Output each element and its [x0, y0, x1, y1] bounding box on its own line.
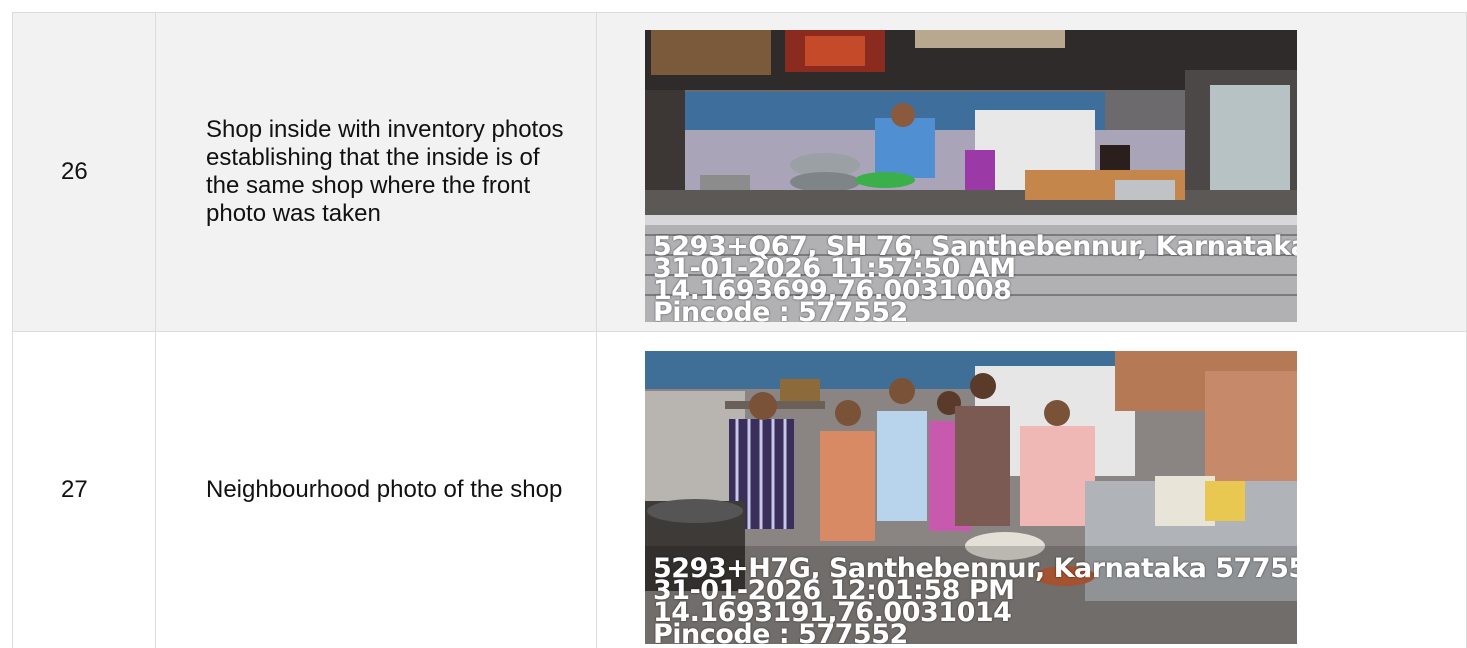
geotag-stamp: 5293+Q67, SH 76, Santhebennur, Karnataka… — [653, 233, 1297, 322]
photo-cell: 5293+Q67, SH 76, Santhebennur, Karnataka… — [597, 13, 1467, 331]
neighbourhood-photo: 5293+H7G, Santhebennur, Karnataka 577552… — [645, 351, 1297, 644]
photo-cell: 5293+H7G, Santhebennur, Karnataka 577552… — [597, 332, 1467, 648]
row-description: Shop inside with inventory photos establ… — [156, 13, 597, 331]
table-row: 26 Shop inside with inventory photos est… — [12, 13, 1467, 332]
table-row: 27 Neighbourhood photo of the shop 5293+… — [12, 332, 1467, 648]
row-number: 27 — [12, 332, 156, 648]
shop-inside-photo: 5293+Q67, SH 76, Santhebennur, Karnataka… — [645, 30, 1297, 322]
row-description: Neighbourhood photo of the shop — [156, 332, 597, 648]
inspection-table: 26 Shop inside with inventory photos est… — [12, 12, 1467, 648]
row-number: 26 — [12, 13, 156, 331]
geotag-stamp: 5293+H7G, Santhebennur, Karnataka 577552… — [653, 555, 1297, 644]
